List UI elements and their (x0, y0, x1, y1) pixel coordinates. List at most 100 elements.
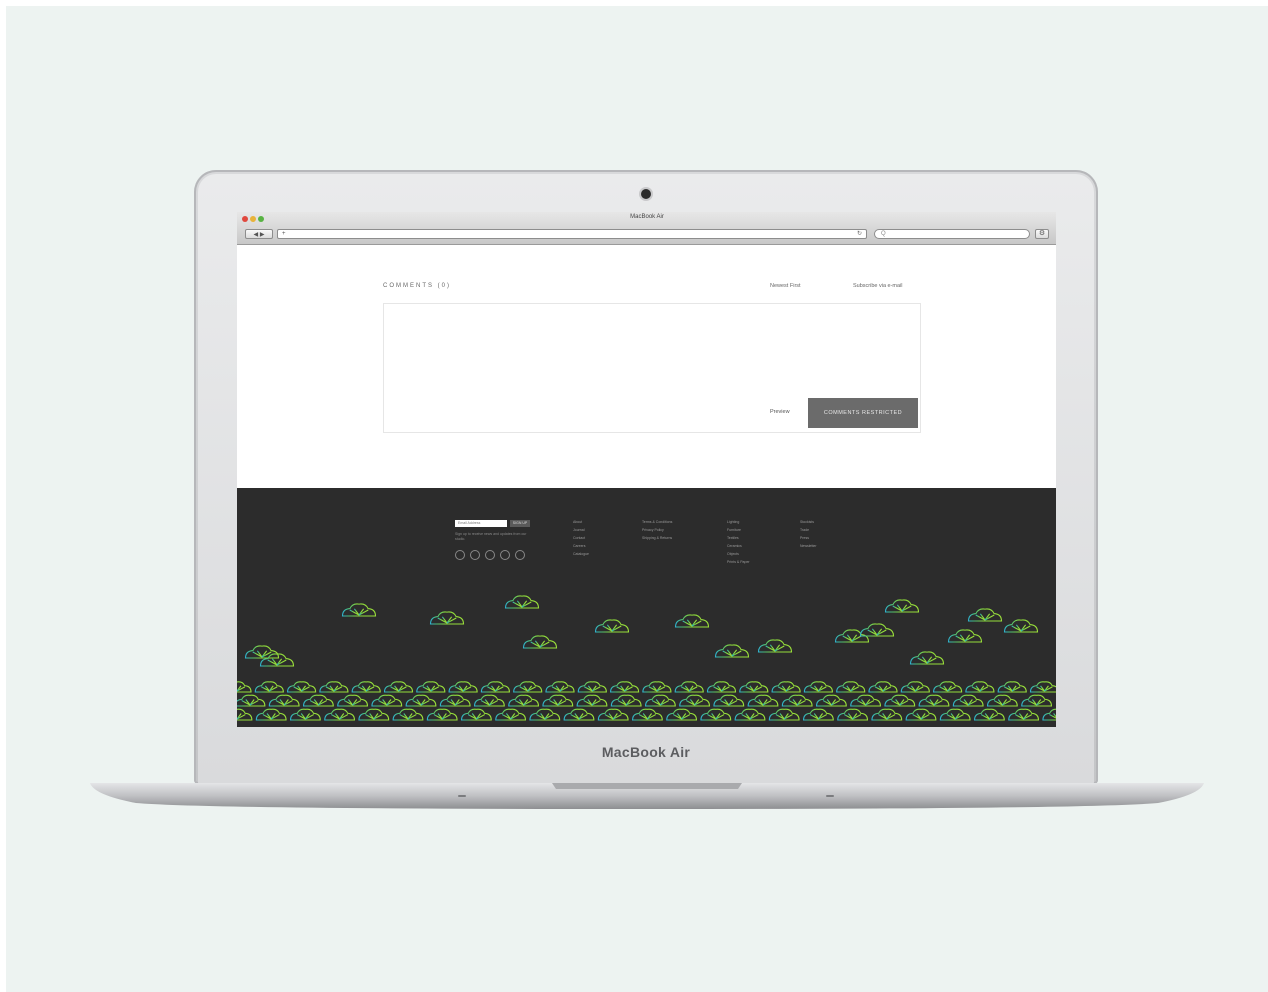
pattern-motif (1021, 694, 1053, 707)
pattern-motif (244, 645, 280, 659)
footer-link[interactable]: Careers (573, 542, 589, 550)
pattern-motif (495, 708, 527, 721)
pattern-motif (392, 708, 424, 721)
zoom-window-icon[interactable] (258, 216, 264, 222)
newsletter-signup-button[interactable]: SIGN UP (510, 520, 530, 527)
pattern-motif (259, 653, 295, 667)
pattern-motif (324, 708, 356, 721)
pattern-motif (1008, 708, 1040, 721)
pattern-motif (289, 708, 321, 721)
pattern-motif (268, 694, 300, 707)
pattern-motif (480, 681, 510, 693)
newsletter-email-input[interactable]: Email Address (455, 520, 507, 527)
pattern-motif (563, 708, 595, 721)
pattern-motif (973, 708, 1005, 721)
footer-link[interactable]: About (573, 518, 589, 526)
pattern-motif (337, 694, 369, 707)
pattern-motif (644, 694, 676, 707)
pattern-motif (1029, 681, 1056, 693)
pattern-motif (405, 694, 437, 707)
laptop-brand-label: MacBook Air (601, 744, 691, 760)
pattern-motif (868, 681, 898, 693)
footer-link[interactable]: Objects (727, 550, 750, 558)
pattern-motif (815, 694, 847, 707)
footer-link[interactable]: Prints & Paper (727, 558, 750, 566)
footer-link[interactable]: Textiles (727, 534, 750, 542)
footer-link[interactable]: Shipping & Returns (642, 534, 672, 542)
pattern-motif (529, 708, 561, 721)
reload-icon[interactable]: ↻ (857, 230, 862, 238)
footer-link[interactable]: Catalogue (573, 550, 589, 558)
pattern-motif (594, 619, 630, 633)
footer-link[interactable]: Contact (573, 534, 589, 542)
pattern-motif (237, 694, 266, 707)
pattern-motif (426, 708, 458, 721)
pattern-motif (439, 694, 471, 707)
pattern-motif (302, 694, 334, 707)
pattern-motif (351, 681, 381, 693)
footer-link[interactable]: Press (800, 534, 817, 542)
social-links (455, 550, 525, 560)
pattern-motif (884, 599, 920, 613)
footer-link[interactable]: Ceramics (727, 542, 750, 550)
pattern-motif (965, 681, 995, 693)
close-window-icon[interactable] (242, 216, 248, 222)
footer-link[interactable]: Stockists (800, 518, 817, 526)
pattern-motif (802, 708, 834, 721)
pattern-motif (287, 681, 317, 693)
pattern-motif (909, 651, 945, 665)
laptop-screen: MacBook Air ◀ ▶ + ↻ Q ⚙ COMMENTS (0) New… (237, 212, 1056, 727)
pattern-motif (859, 623, 895, 637)
footer-link[interactable]: Terms & Conditions (642, 518, 672, 526)
pattern-motif (508, 694, 540, 707)
pattern-motif (416, 681, 446, 693)
submit-comment-button[interactable]: COMMENTS RESTRICTED (808, 398, 918, 428)
pattern-motif (986, 694, 1018, 707)
email-icon[interactable] (515, 550, 525, 560)
facebook-icon[interactable] (470, 550, 480, 560)
twitter-icon[interactable] (455, 550, 465, 560)
pattern-motif (448, 681, 478, 693)
instagram-icon[interactable] (485, 550, 495, 560)
pattern-motif (771, 681, 801, 693)
back-forward-buttons[interactable]: ◀ ▶ (245, 229, 273, 239)
pattern-motif (768, 708, 800, 721)
add-bookmark-icon[interactable]: + (282, 231, 286, 237)
page-content: COMMENTS (0) Newest First Subscribe via … (237, 245, 1056, 488)
site-footer: Email Address SIGN UP Sign up to receive… (237, 488, 1056, 727)
pattern-motif (714, 644, 750, 658)
pattern-motif (1003, 619, 1039, 633)
footer-link[interactable]: Lighting (727, 518, 750, 526)
browser-search-field[interactable]: Q (874, 229, 1030, 239)
pattern-motif (967, 608, 1003, 622)
sort-newest-first-link[interactable]: Newest First (770, 283, 801, 289)
gear-icon[interactable]: ⚙ (1035, 229, 1049, 239)
window-title: MacBook Air (630, 214, 664, 220)
pattern-motif (933, 681, 963, 693)
pattern-motif (597, 708, 629, 721)
pattern-motif (781, 694, 813, 707)
pattern-motif (429, 611, 465, 625)
subscribe-email-link[interactable]: Subscribe via e-mail (853, 283, 903, 289)
pattern-motif (237, 681, 252, 693)
footer-link[interactable]: Journal (573, 526, 589, 534)
address-bar[interactable]: + ↻ (277, 229, 867, 239)
newsletter-note: Sign up to receive news and updates from… (455, 532, 527, 541)
pattern-motif (319, 681, 349, 693)
pattern-motif (545, 681, 575, 693)
minimize-window-icon[interactable] (250, 216, 256, 222)
laptop-base (90, 783, 1204, 809)
footer-link[interactable]: Newsletter (800, 542, 817, 550)
footer-link[interactable]: Trade (800, 526, 817, 534)
pattern-motif (513, 681, 543, 693)
pattern-motif (700, 708, 732, 721)
footer-link[interactable]: Furniture (727, 526, 750, 534)
pattern-motif (254, 681, 284, 693)
preview-link[interactable]: Preview (770, 409, 790, 415)
camera-icon (641, 189, 651, 199)
pattern-motif (757, 639, 793, 653)
pattern-motif (803, 681, 833, 693)
pinterest-icon[interactable] (500, 550, 510, 560)
pattern-motif (952, 694, 984, 707)
footer-link[interactable]: Privacy Policy (642, 526, 672, 534)
